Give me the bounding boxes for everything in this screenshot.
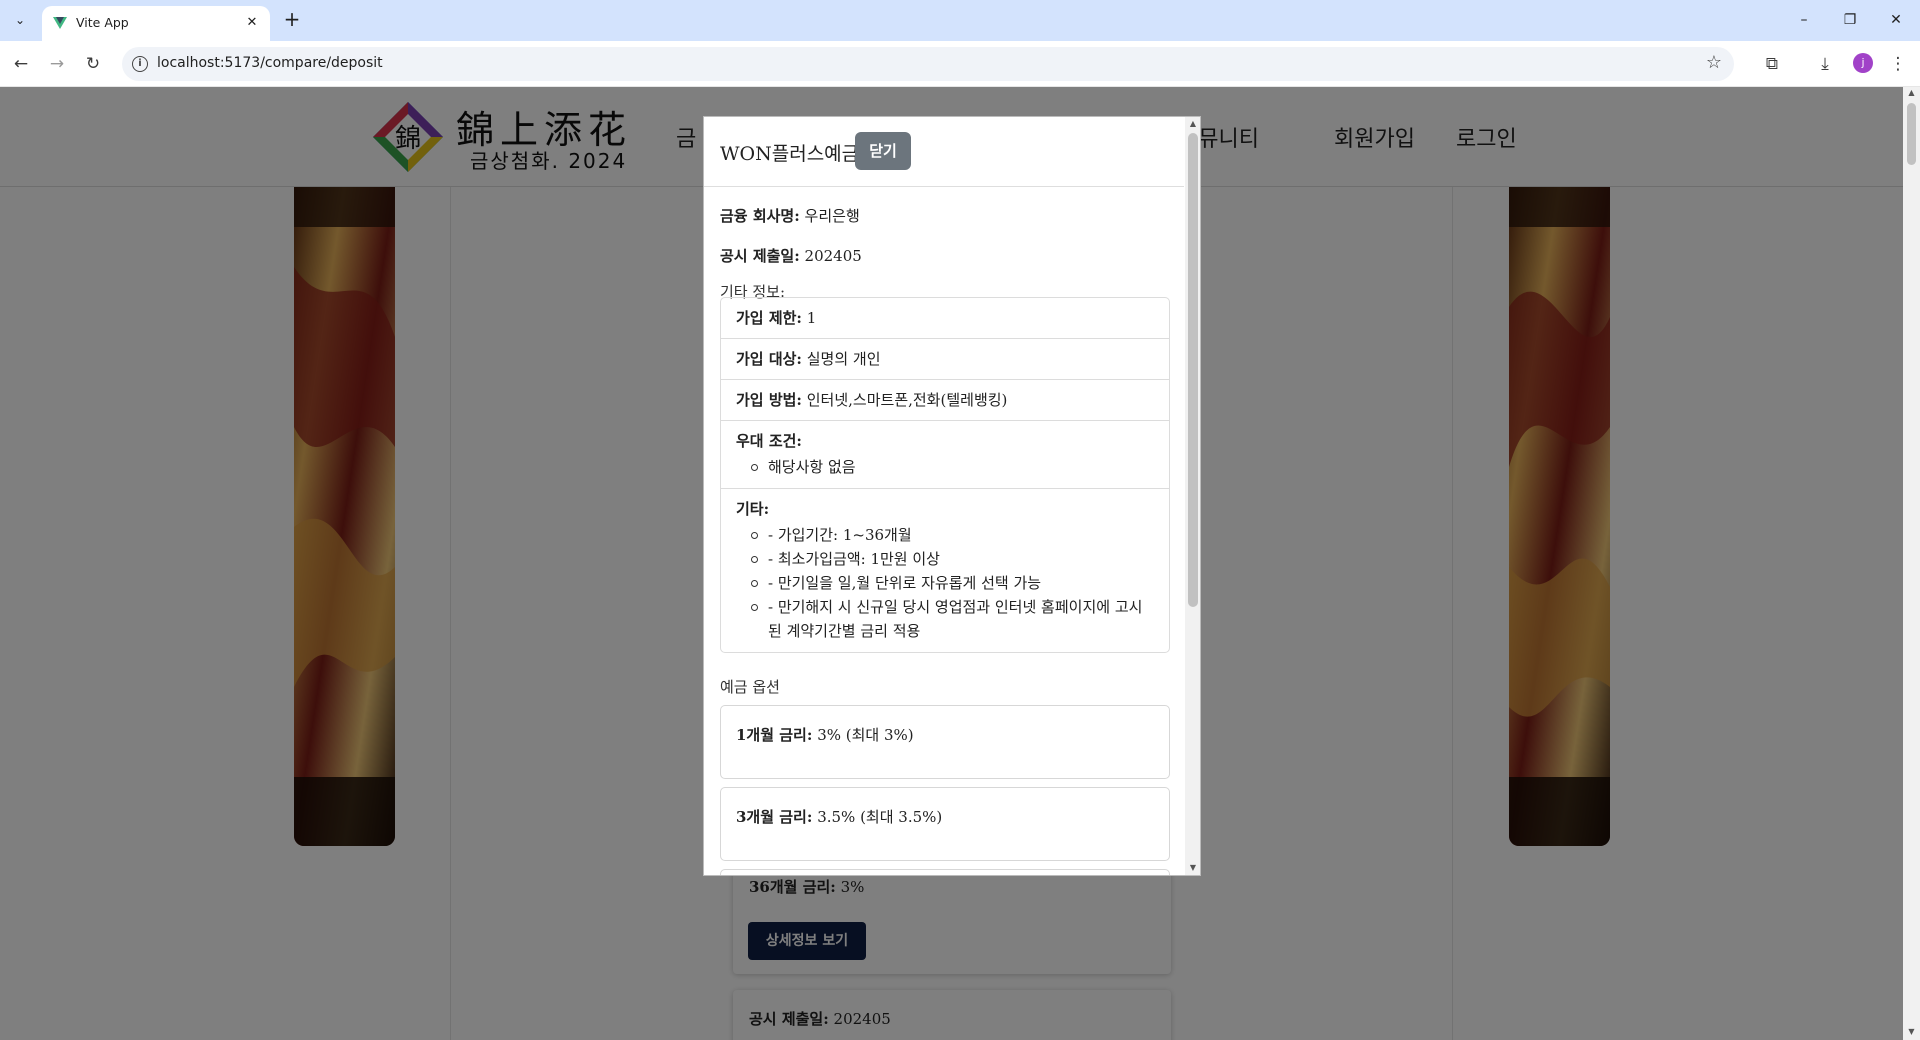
modal-title: WON플러스예금 <box>720 143 860 165</box>
site-info-icon[interactable]: i <box>132 56 148 72</box>
note-list-item: - 만기일을 일,월 단위로 자유롭게 선택 가능 <box>750 571 1154 595</box>
back-arrow-icon[interactable]: ← <box>8 51 34 77</box>
note-list-item: - 가입기간: 1~36개월 <box>750 523 1154 547</box>
option-card <box>720 869 1170 875</box>
other-notes-item: 기타: - 가입기간: 1~36개월 - 최소가입금액: 1만원 이상 - 만기… <box>721 489 1169 652</box>
page-scroll-thumb[interactable] <box>1907 103 1916 165</box>
option-rate-text: 3개월 금리: 3.5% (최대 3.5%) <box>736 808 943 826</box>
option-card: 1개월 금리: 3% (최대 3%) <box>720 705 1170 779</box>
option-card: 3개월 금리: 3.5% (최대 3.5%) <box>720 787 1170 861</box>
minimize-icon[interactable]: – <box>1781 0 1827 41</box>
extensions-puzzle-icon[interactable]: ⧉ <box>1759 51 1785 77</box>
browser-tab-active[interactable]: Vite App ✕ <box>42 6 270 41</box>
modal-scrollbar[interactable]: ▲ ▼ <box>1185 117 1200 875</box>
profile-avatar[interactable]: j <box>1853 53 1873 73</box>
forward-arrow-icon[interactable]: → <box>44 51 70 77</box>
window-close-icon[interactable]: ✕ <box>1873 0 1919 41</box>
address-bar[interactable]: i localhost:5173/compare/deposit ☆ <box>122 47 1734 81</box>
scroll-up-arrow-icon[interactable]: ▲ <box>1907 89 1916 97</box>
new-tab-plus-icon[interactable]: + <box>280 8 304 32</box>
join-limit-item: 가입 제한: 1 <box>721 298 1169 339</box>
modal-scroll-down-icon[interactable]: ▼ <box>1188 863 1198 873</box>
bookmark-star-icon[interactable]: ☆ <box>1706 52 1722 73</box>
deposit-options-heading: 예금 옵션 <box>720 678 780 696</box>
option-rate-text: 1개월 금리: 3% (최대 3%) <box>736 726 914 744</box>
modal-header: WON플러스예금 닫기 <box>704 117 1184 187</box>
url-text[interactable]: localhost:5173/compare/deposit <box>157 55 383 71</box>
note-list-item: - 최소가입금액: 1만원 이상 <box>750 547 1154 571</box>
join-method-item: 가입 방법: 인터넷,스마트폰,전화(텔레뱅킹) <box>721 380 1169 421</box>
tab-close-icon[interactable]: ✕ <box>242 13 262 33</box>
join-target-item: 가입 대상: 실명의 개인 <box>721 339 1169 380</box>
note-list-item: - 만기해지 시 신규일 당시 영업점과 인터넷 홈페이지에 고시된 계약기간별… <box>750 595 1154 643</box>
benefit-list-item: 해당사항 없음 <box>750 455 1154 479</box>
tab-search-chevron-icon[interactable]: ⌄ <box>8 8 32 32</box>
download-icon[interactable]: ⤓ <box>1812 51 1838 77</box>
reload-icon[interactable]: ↻ <box>80 51 106 77</box>
modal-scroll-thumb[interactable] <box>1188 133 1198 607</box>
browser-menu-icon[interactable]: ⋮ <box>1885 51 1911 77</box>
restore-icon[interactable]: ❐ <box>1827 0 1873 41</box>
scroll-down-arrow-icon[interactable]: ▼ <box>1907 1028 1916 1036</box>
browser-toolbar: ← → ↻ i localhost:5173/compare/deposit ☆… <box>0 41 1920 87</box>
page-scrollbar[interactable]: ▲ ▼ <box>1903 87 1920 1040</box>
modal-close-button[interactable]: 닫기 <box>855 132 911 170</box>
tab-title: Vite App <box>76 15 129 30</box>
modal-scroll-up-icon[interactable]: ▲ <box>1188 119 1198 129</box>
company-name-row: 금융 회사명: 우리은행 <box>720 207 860 225</box>
vite-favicon-icon <box>53 17 67 29</box>
etc-info-list: 가입 제한: 1 가입 대상: 실명의 개인 가입 방법: 인터넷,스마트폰,전… <box>720 297 1170 653</box>
submission-date-row: 공시 제출일: 202405 <box>720 247 862 265</box>
preferential-condition-item: 우대 조건: 해당사항 없음 <box>721 421 1169 489</box>
browser-tabstrip: ⌄ Vite App ✕ + – ❐ ✕ <box>0 0 1920 41</box>
product-detail-modal: WON플러스예금 닫기 금융 회사명: 우리은행 공시 제출일: 202405 … <box>703 116 1201 876</box>
